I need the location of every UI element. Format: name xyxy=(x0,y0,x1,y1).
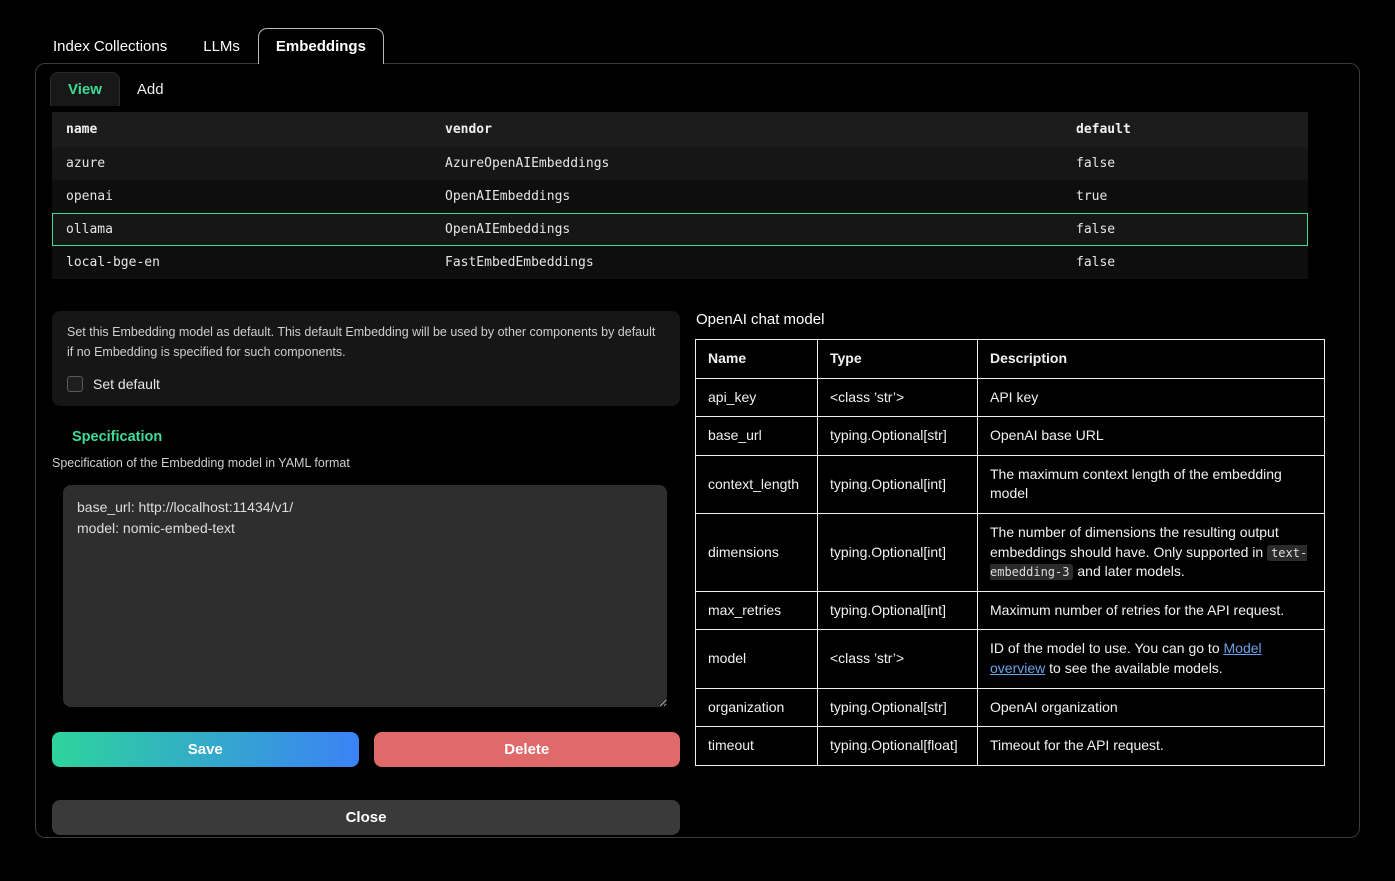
param-name: organization xyxy=(696,688,818,727)
param-type: typing.Optional[str] xyxy=(818,688,978,727)
param-name: context_length xyxy=(696,455,818,513)
cell-vendor: AzureOpenAIEmbeddings xyxy=(431,147,1062,180)
description-text: ID of the model to use. You can go to xyxy=(990,640,1224,656)
tab-index-collections[interactable]: Index Collections xyxy=(35,28,185,64)
tab-llms[interactable]: LLMs xyxy=(185,28,258,64)
param-row-max-retries: max_retries typing.Optional[int] Maximum… xyxy=(696,591,1325,630)
param-row-timeout: timeout typing.Optional[float] Timeout f… xyxy=(696,727,1325,766)
edit-panel: Set this Embedding model as default. Thi… xyxy=(52,311,680,835)
param-type: typing.Optional[float] xyxy=(818,727,978,766)
param-row-model: model <class ’str’> ID of the model to u… xyxy=(696,630,1325,688)
cell-name: local-bge-en xyxy=(52,246,431,279)
param-name: model xyxy=(696,630,818,688)
param-row-base-url: base_url typing.Optional[str] OpenAI bas… xyxy=(696,417,1325,456)
param-name: timeout xyxy=(696,727,818,766)
table-row-ollama-selected[interactable]: ollama OpenAIEmbeddings false xyxy=(52,213,1308,246)
param-name: base_url xyxy=(696,417,818,456)
cell-name: ollama xyxy=(52,213,431,246)
column-header-default: default xyxy=(1062,112,1308,147)
table-header-row: Name Type Description xyxy=(696,340,1325,379)
param-description: Maximum number of retries for the API re… xyxy=(978,591,1325,630)
param-row-api-key: api_key <class ’str’> API key xyxy=(696,378,1325,417)
param-type: typing.Optional[str] xyxy=(818,417,978,456)
cell-default: false xyxy=(1062,246,1308,279)
cell-default: true xyxy=(1062,180,1308,213)
column-header-description: Description xyxy=(978,340,1325,379)
default-setting-panel: Set this Embedding model as default. Thi… xyxy=(52,311,680,406)
param-description: Timeout for the API request. xyxy=(978,727,1325,766)
cell-name: openai xyxy=(52,180,431,213)
page: Index Collections LLMs Embeddings View A… xyxy=(0,0,1395,881)
main-panel: View Add name vendor default azure Azure… xyxy=(35,63,1360,838)
param-row-context-length: context_length typing.Optional[int] The … xyxy=(696,455,1325,513)
cell-name: azure xyxy=(52,147,431,180)
param-description: OpenAI organization xyxy=(978,688,1325,727)
set-default-checkbox[interactable]: Set default xyxy=(67,376,665,392)
param-name: dimensions xyxy=(696,513,818,591)
tab-add[interactable]: Add xyxy=(120,73,181,106)
tab-embeddings[interactable]: Embeddings xyxy=(258,28,384,64)
table-row-local-bge-en[interactable]: local-bge-en FastEmbedEmbeddings false xyxy=(52,246,1308,279)
param-type: <class ’str’> xyxy=(818,630,978,688)
default-description: Set this Embedding model as default. Thi… xyxy=(67,322,665,362)
param-description: OpenAI base URL xyxy=(978,417,1325,456)
model-info-title: OpenAI chat model xyxy=(696,311,1324,328)
checkbox-label: Set default xyxy=(93,376,160,392)
table-row-openai[interactable]: openai OpenAIEmbeddings true xyxy=(52,180,1308,213)
param-row-organization: organization typing.Optional[str] OpenAI… xyxy=(696,688,1325,727)
save-button[interactable]: Save xyxy=(52,732,359,767)
param-description: The number of dimensions the resulting o… xyxy=(978,513,1325,591)
description-text: to see the available models. xyxy=(1045,660,1222,676)
description-text: The number of dimensions the resulting o… xyxy=(990,524,1279,560)
specification-subtitle: Specification of the Embedding model in … xyxy=(52,456,680,470)
close-button[interactable]: Close xyxy=(52,800,680,835)
column-header-name: name xyxy=(52,112,431,147)
action-button-row: Save Delete xyxy=(52,732,680,767)
param-description: The maximum context length of the embedd… xyxy=(978,455,1325,513)
param-type: <class ’str’> xyxy=(818,378,978,417)
cell-default: false xyxy=(1062,147,1308,180)
sub-tab-bar: View Add xyxy=(50,72,1345,112)
param-name: max_retries xyxy=(696,591,818,630)
column-header-type: Type xyxy=(818,340,978,379)
param-type: typing.Optional[int] xyxy=(818,591,978,630)
detail-area: Set this Embedding model as default. Thi… xyxy=(50,311,1345,835)
top-tab-bar: Index Collections LLMs Embeddings xyxy=(35,28,1395,63)
cell-default: false xyxy=(1062,213,1308,246)
table-header-row: name vendor default xyxy=(52,112,1308,147)
cell-vendor: FastEmbedEmbeddings xyxy=(431,246,1062,279)
column-header-name: Name xyxy=(696,340,818,379)
specification-heading: Specification xyxy=(72,429,680,445)
yaml-spec-input[interactable]: base_url: http://localhost:11434/v1/ mod… xyxy=(63,485,667,707)
param-description: API key xyxy=(978,378,1325,417)
column-header-vendor: vendor xyxy=(431,112,1062,147)
cell-vendor: OpenAIEmbeddings xyxy=(431,213,1062,246)
param-name: api_key xyxy=(696,378,818,417)
cell-vendor: OpenAIEmbeddings xyxy=(431,180,1062,213)
param-description: ID of the model to use. You can go to Mo… xyxy=(978,630,1325,688)
param-type: typing.Optional[int] xyxy=(818,513,978,591)
table-row-azure[interactable]: azure AzureOpenAIEmbeddings false xyxy=(52,147,1308,180)
model-params-table: Name Type Description api_key <class ’st… xyxy=(695,339,1325,766)
delete-button[interactable]: Delete xyxy=(374,732,681,767)
model-info-panel: OpenAI chat model Name Type Description … xyxy=(695,311,1324,835)
embeddings-table: name vendor default azure AzureOpenAIEmb… xyxy=(52,112,1308,279)
tab-view[interactable]: View xyxy=(50,72,120,106)
param-type: typing.Optional[int] xyxy=(818,455,978,513)
param-row-dimensions: dimensions typing.Optional[int] The numb… xyxy=(696,513,1325,591)
description-text: and later models. xyxy=(1073,563,1184,579)
checkbox-box[interactable] xyxy=(67,376,83,392)
